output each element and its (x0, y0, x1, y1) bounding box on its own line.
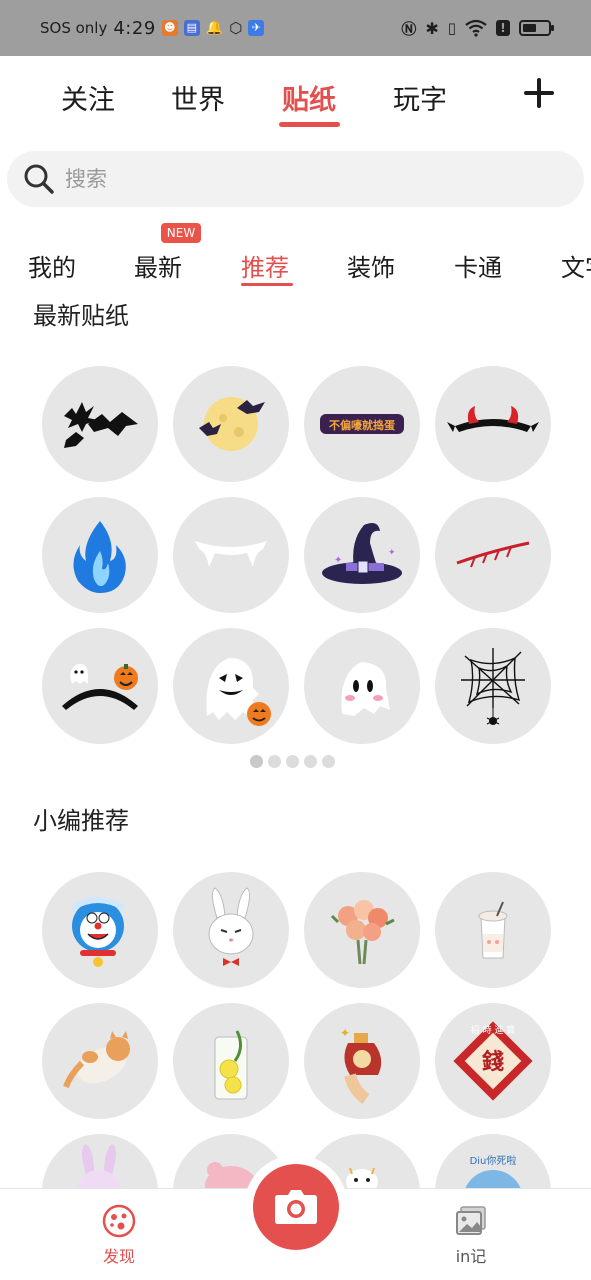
camera-button-frame (244, 1155, 348, 1259)
category-tab-latest[interactable]: 最新 (134, 248, 182, 283)
sticker-lying-cat[interactable] (42, 1003, 158, 1119)
add-plus-icon[interactable] (524, 78, 554, 108)
sticker-lucky-bottle[interactable]: ✦ (304, 1003, 420, 1119)
sticker-ghost-pumpkin-headband[interactable] (42, 628, 158, 744)
top-tab-bar: 关注 世界 贴纸 玩字 (0, 70, 591, 132)
camera-icon (275, 1190, 317, 1224)
blue-avatar-text: Diu你死啦 (470, 1154, 517, 1167)
status-left: SOS only 4:29 ☻ ▤ 🔔 ⬡ ✈ (40, 17, 265, 39)
sticker-witch-hat[interactable]: ✦ ✦ (304, 497, 420, 613)
nav-discover-label: 发现 (102, 1247, 135, 1266)
vibrate-icon: ▯ (447, 19, 456, 37)
tab-follow[interactable]: 关注 (61, 78, 115, 117)
clock: 4:29 (113, 17, 156, 39)
new-badge: NEW (161, 223, 201, 243)
sticker-text[interactable]: 不偏嚎就捣蛋 (304, 366, 420, 482)
cube-icon: ⬡ (229, 19, 243, 37)
editor-section-title: 小编推荐 (33, 807, 129, 835)
sticker-text-label: 不偏嚎就捣蛋 (329, 418, 396, 432)
message-notification-icon: ▤ (183, 20, 200, 36)
sticker-blue-flame[interactable] (42, 497, 158, 613)
sticker-milk-tea[interactable] (435, 872, 551, 988)
category-tab-decoration[interactable]: 装饰 (347, 248, 395, 283)
search-icon (24, 164, 54, 194)
page-dot[interactable] (322, 755, 335, 768)
svg-text:✦: ✦ (340, 1026, 350, 1040)
svg-text:✦: ✦ (334, 555, 342, 566)
status-bar: SOS only 4:29 ☻ ▤ 🔔 ⬡ ✈ Ⓝ ✱ ▯ ! (0, 0, 591, 56)
nfc-icon: Ⓝ (401, 19, 417, 38)
search-bar[interactable] (7, 151, 584, 207)
sticker-spider-web[interactable] (435, 628, 551, 744)
category-active-indicator (241, 283, 293, 286)
discover-icon (102, 1204, 136, 1238)
tab-stickers[interactable]: 贴纸 (282, 78, 336, 117)
sticker-cute-ghost[interactable] (304, 628, 420, 744)
category-tab-recommended[interactable]: 推荐 (241, 248, 289, 283)
sticker-ghost-pumpkin[interactable] (173, 628, 289, 744)
bird-app-icon: ✈ (248, 20, 265, 36)
page-dot[interactable] (268, 755, 281, 768)
category-tab-mine[interactable]: 我的 (28, 248, 76, 283)
search-input[interactable] (65, 167, 545, 191)
nav-record-label: in记 (455, 1247, 487, 1266)
svg-text:錢: 錢 (482, 1049, 504, 1075)
category-tab-cartoon[interactable]: 卡通 (454, 248, 502, 283)
svg-text:✦: ✦ (388, 548, 396, 558)
category-tab-text[interactable]: 文字 (561, 248, 591, 283)
nav-discover[interactable]: 发现 (79, 1203, 159, 1267)
sticker-flower-bouquet[interactable] (304, 872, 420, 988)
carrier-text: SOS only (40, 19, 108, 37)
bluetooth-icon: ✱ (425, 18, 439, 38)
sticker-money-fortune[interactable]: 錢 招 時 進 寶 (435, 1003, 551, 1119)
sticker-scratch-wound[interactable] (435, 497, 551, 613)
camera-button[interactable] (253, 1164, 339, 1250)
app-notification-icon: ☻ (161, 20, 178, 36)
category-tab-bar: NEW 我的 最新 推荐 装饰 卡通 文字 (0, 220, 591, 292)
sticker-moon-bats[interactable] (173, 366, 289, 482)
gallery-icon (456, 1206, 486, 1235)
battery-icon (519, 20, 554, 36)
nav-record[interactable]: in记 (431, 1203, 511, 1267)
tab-text-play[interactable]: 玩字 (393, 78, 447, 117)
wifi-icon (465, 19, 487, 37)
tab-world[interactable]: 世界 (171, 78, 225, 117)
sticker-devil-horns[interactable] (435, 366, 551, 482)
active-tab-indicator (279, 122, 340, 127)
page-indicator (250, 755, 335, 768)
status-right: Ⓝ ✱ ▯ ! (401, 18, 554, 39)
money-fortune-text: 招 時 進 寶 (471, 1024, 516, 1036)
page-dot[interactable] (250, 755, 263, 768)
bell-icon: 🔔 (205, 20, 224, 36)
latest-section-title: 最新贴纸 (33, 302, 129, 330)
sticker-white-rabbit[interactable] (173, 872, 289, 988)
battery-level (523, 24, 537, 32)
sticker-vampire-fangs[interactable] (173, 497, 289, 613)
sticker-doraemon-winter[interactable] (42, 872, 158, 988)
sticker-bats[interactable] (42, 366, 158, 482)
sticker-lemon-water[interactable] (173, 1003, 289, 1119)
page-dot[interactable] (304, 755, 317, 768)
page-dot[interactable] (286, 755, 299, 768)
alert-icon: ! (496, 20, 510, 36)
